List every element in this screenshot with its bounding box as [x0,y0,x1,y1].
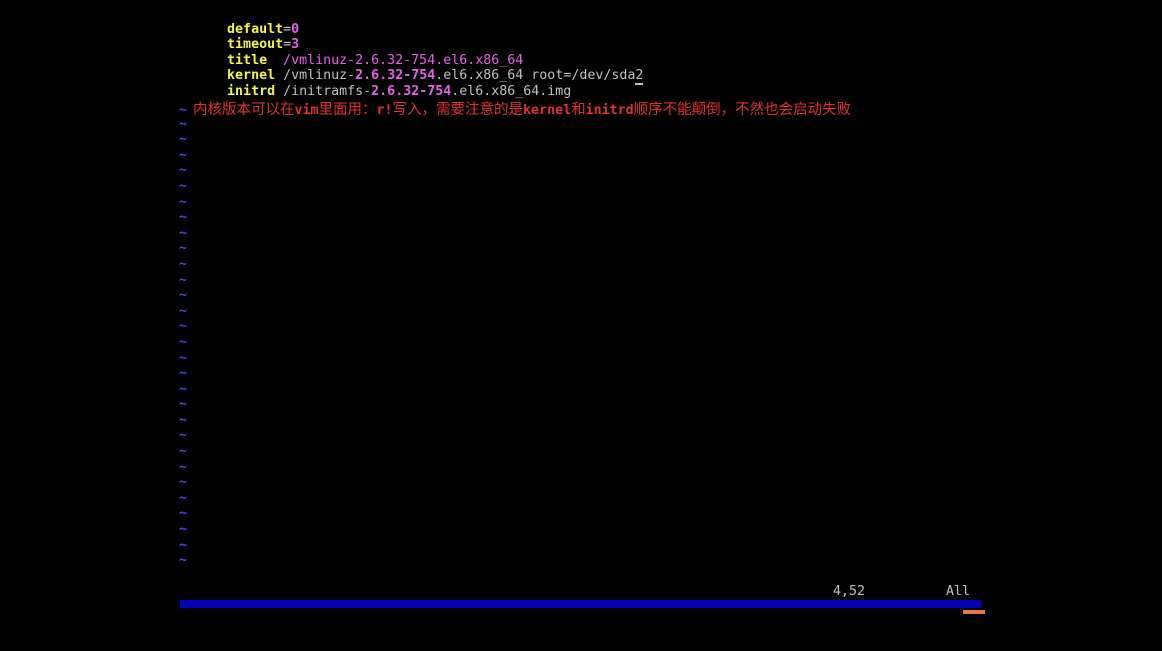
comment-part-1: vim [294,103,319,118]
config-line-timeout[interactable]: timeout=3 [179,22,1139,52]
operator-equals-default: = [283,21,292,37]
empty-line-tilde: ~ [179,522,188,538]
empty-line-tilde: ~ [179,506,188,522]
empty-line-tilde: ~ [179,225,188,241]
empty-line-tilde: ~ [179,475,188,491]
empty-line-tilde: ~ [179,366,188,382]
annotation-comment-line: ~ 内核版本可以在vim里面用：r!写入，需要注意的是kernel和initrd顺… [179,100,851,118]
value-default: 0 [291,21,300,37]
keyword-kernel: kernel [227,68,276,84]
empty-line-tilde: ~ [179,303,188,319]
comment-part-4: 写入，需要注意的是 [392,102,524,118]
text-buffer[interactable]: default=0 timeout=3 title /vmlinuz-2.6.3… [179,6,1139,99]
empty-line-tilde: ~ [179,147,188,163]
scroll-percent-indicator: All [946,584,971,599]
empty-line-tilde: ~ [179,178,188,194]
kernel-path-prefix: /vmlinuz- [283,68,356,84]
cursor-position-indicator: 4,52 [833,584,866,599]
empty-line-tilde-column: ~ ~ ~ ~ ~ ~ ~ ~ ~ ~ ~ ~ ~ ~ ~ ~ ~ ~ ~ ~ ~ ~ ~ ~ ~ ~ ~ ~ ~ [179,101,187,569]
empty-line-tilde: ~ [179,490,188,506]
keyword-default: default [227,21,284,37]
initrd-path-prefix: /initramfs- [283,83,372,99]
empty-line-tilde: ~ [179,459,188,475]
empty-line-tilde: ~ [179,428,188,444]
empty-line-tilde: ~ [179,412,188,428]
comment-part-3: r! [376,103,393,118]
keyword-timeout: timeout [227,37,284,53]
empty-line-tilde: ~ [179,288,188,304]
keyword-initrd: initrd [227,83,276,99]
empty-line-tilde: ~ [179,381,188,397]
empty-line-tilde: ~ [179,397,188,413]
empty-line-tilde: ~ [179,444,188,460]
empty-line-tilde: ~ [179,194,188,210]
value-timeout: 3 [291,37,300,53]
empty-line-tilde [179,101,187,117]
value-title-path: /vmlinuz-2.6.32-754.el6.x86_64 [283,52,524,68]
config-line-title[interactable]: title /vmlinuz-2.6.32-754.el6.x86_64 [179,37,1139,68]
keyword-title: title [227,52,268,68]
status-line: 4,52 All [0,583,1162,600]
operator-equals-timeout: = [283,37,292,53]
empty-line-tilde: ~ [179,116,188,132]
initrd-version: 2.6.32-754 [371,83,452,99]
comment-part-5: kernel [523,103,572,118]
initrd-path-suffix: .el6.x86_64.img [451,83,572,99]
empty-line-tilde: ~ [179,319,188,335]
empty-line-tilde: ~ [179,537,188,553]
config-line-default[interactable]: default=0 [179,6,1139,37]
title-spacer [267,53,283,68]
empty-line-tilde: ~ [179,163,188,179]
bottom-accent-marker [963,610,985,614]
empty-line-tilde: ~ [179,132,188,148]
empty-line-tilde: ~ [179,334,188,350]
vim-terminal-screen: default=0 timeout=3 title /vmlinuz-2.6.3… [0,0,1162,614]
comment-part-2: 里面用： [318,102,377,118]
kernel-path-suffix: .el6.x86_64 root=/dev/sda [435,68,636,84]
kernel-version: 2.6.32-754 [355,68,436,84]
empty-line-tilde: ~ [179,272,188,288]
empty-line-tilde: ~ [179,256,188,272]
kernel-spacer [275,68,283,83]
comment-part-7: initrd [585,103,634,118]
bottom-progress-bar [180,600,981,608]
empty-line-tilde: ~ [179,553,188,569]
comment-part-6: 和 [571,102,586,118]
empty-line-tilde: ~ [179,350,188,366]
empty-line-tilde: ~ [179,241,188,257]
comment-part-0: 内核版本可以在 [193,102,295,118]
comment-part-8: 顺序不能颠倒，不然也会启动失败 [633,102,852,118]
text-cursor[interactable]: 2 [635,68,644,86]
empty-line-tilde: ~ [179,210,188,226]
initrd-spacer [275,84,283,99]
